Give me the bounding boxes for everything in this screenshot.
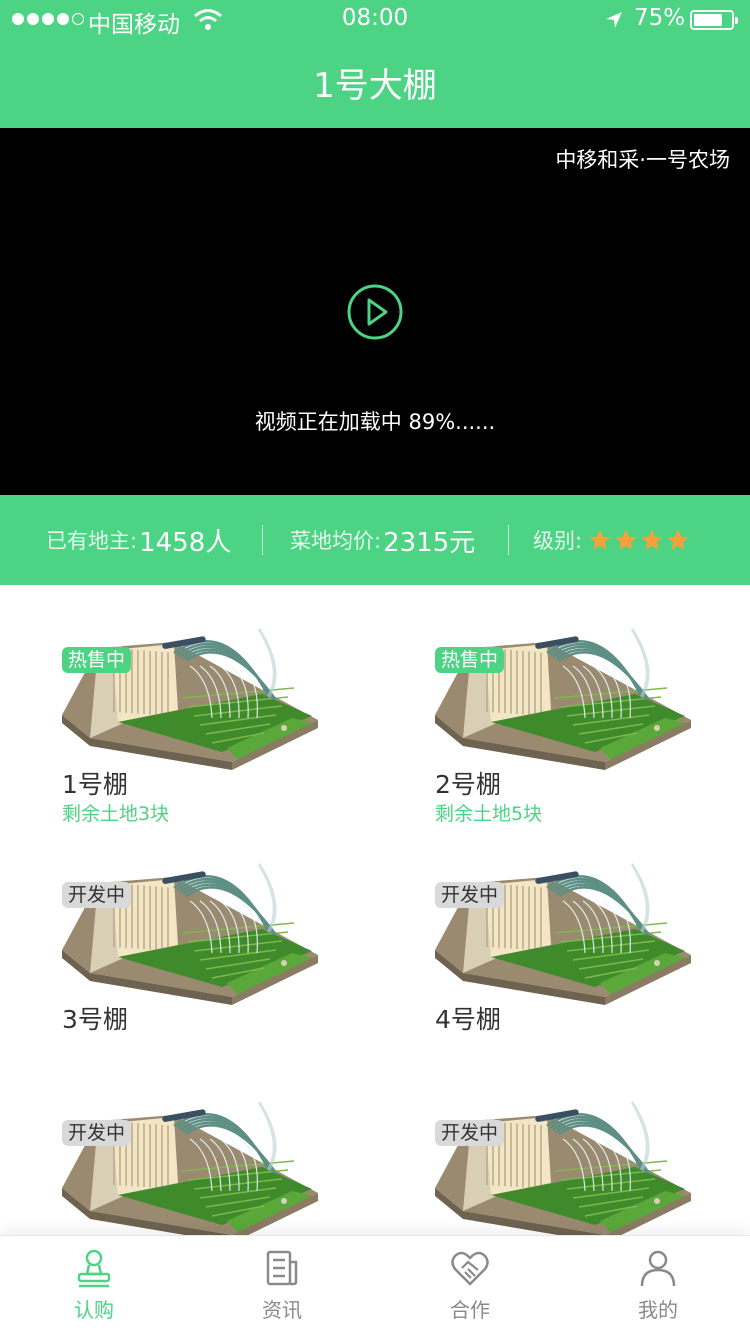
greenhouse-image	[435, 863, 691, 1005]
greenhouse-card[interactable]: 开发中	[62, 1058, 362, 1235]
tab-cooperation[interactable]: 合作	[376, 1236, 564, 1334]
price-stat: 菜地均价: 2315元	[290, 495, 475, 585]
tab-label: 认购	[74, 1298, 114, 1322]
star-icon	[667, 529, 689, 550]
greenhouse-image	[62, 1101, 318, 1235]
status-badge: 热售中	[62, 647, 132, 673]
status-badge: 开发中	[62, 1120, 132, 1146]
greenhouse-image	[435, 628, 691, 770]
greenhouse-image	[435, 1101, 691, 1235]
level-stars	[588, 528, 690, 552]
greenhouse-card[interactable]: 开发中	[435, 1058, 735, 1235]
tab-label: 我的	[638, 1298, 678, 1322]
greenhouse-card[interactable]: 开发中 3号棚	[62, 820, 362, 1040]
battery-icon	[690, 10, 738, 30]
star-icon	[615, 529, 637, 550]
greenhouse-grid: 热售中 1号棚 剩余土地3块 热售中 2号棚 剩余土地5块 开发中 3号棚 开发中 4号棚 …	[0, 585, 750, 1235]
greenhouse-image	[62, 628, 318, 770]
price-value: 2315元	[383, 527, 476, 558]
tab-profile[interactable]: 我的	[564, 1236, 750, 1334]
location-arrow-icon	[606, 12, 622, 28]
stamp-icon	[77, 1249, 111, 1288]
status-bar: 中国移动 08:00 75%	[0, 0, 750, 40]
top-bar: 中国移动 08:00 75% 1号大棚	[0, 0, 750, 128]
status-badge: 开发中	[435, 882, 505, 908]
page-title: 1号大棚	[313, 66, 437, 106]
status-badge: 开发中	[62, 882, 132, 908]
star-icon	[641, 529, 663, 550]
tab-label: 合作	[450, 1298, 490, 1322]
video-player[interactable]: 中移和采·一号农场 视频正在加载中 89%......	[0, 128, 750, 495]
loading-text: 视频正在加载中 89%......	[254, 410, 496, 434]
greenhouse-name: 4号棚	[435, 1005, 501, 1034]
battery-percent: 75%	[634, 5, 686, 31]
status-badge: 开发中	[435, 1120, 505, 1146]
news-icon	[266, 1250, 298, 1286]
greenhouse-name: 2号棚	[435, 770, 501, 799]
divider	[262, 525, 263, 555]
greenhouse-image	[62, 863, 318, 1005]
divider	[508, 525, 509, 555]
greenhouse-card[interactable]: 热售中 2号棚 剩余土地5块	[435, 585, 735, 825]
user-icon	[640, 1250, 676, 1287]
tab-bar: 认购 资讯 合作 我的	[0, 1235, 750, 1334]
info-bar: 已有地主: 1458人 菜地均价: 2315元 级别:	[0, 495, 750, 585]
level-stat: 级别:	[533, 495, 690, 585]
level-label: 级别:	[533, 529, 583, 553]
tab-label: 资讯	[262, 1298, 302, 1322]
tab-news[interactable]: 资讯	[188, 1236, 376, 1334]
greenhouse-name: 3号棚	[62, 1005, 128, 1034]
farm-name: 中移和采·一号农场	[555, 148, 730, 172]
price-label: 菜地均价:	[290, 529, 382, 553]
play-icon[interactable]	[346, 283, 404, 341]
landlords-stat: 已有地主: 1458人	[46, 495, 231, 585]
status-badge: 热售中	[435, 647, 505, 673]
star-icon	[589, 529, 611, 550]
tab-subscribe[interactable]: 认购	[0, 1236, 188, 1334]
handshake-icon	[451, 1251, 489, 1286]
landlords-label: 已有地主:	[46, 529, 138, 553]
greenhouse-name: 1号棚	[62, 770, 128, 799]
greenhouse-card[interactable]: 热售中 1号棚 剩余土地3块	[62, 585, 362, 825]
landlords-value: 1458人	[139, 527, 232, 558]
greenhouse-card[interactable]: 开发中 4号棚	[435, 820, 735, 1040]
